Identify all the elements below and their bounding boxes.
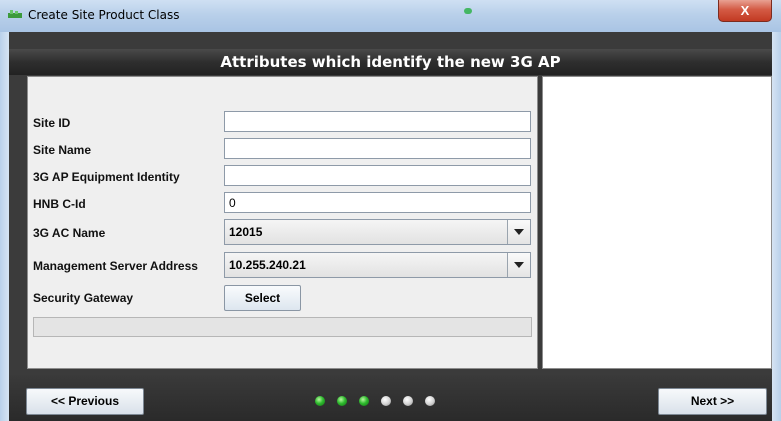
site-name-label: Site Name	[33, 143, 92, 157]
wizard-step-2-done-icon	[337, 396, 347, 406]
title-bar[interactable]: Create Site Product Class X	[0, 0, 781, 33]
wizard-step-6-todo-icon	[425, 396, 435, 406]
site-id-label: Site ID	[33, 116, 71, 130]
hnb-cid-label: HNB C-Id	[33, 197, 86, 211]
close-button[interactable]: X	[718, 0, 772, 22]
details-panel	[542, 76, 772, 369]
wizard-step-3-done-icon	[359, 396, 369, 406]
ac-name-selected: 12015	[229, 225, 263, 239]
ac-name-dropdown-button[interactable]	[507, 220, 530, 244]
dialog-window: Create Site Product Class X Attributes w…	[0, 0, 781, 421]
ac-name-dropdown[interactable]: 12015	[224, 219, 531, 245]
site-id-field[interactable]	[224, 111, 531, 132]
chevron-down-icon	[514, 262, 524, 268]
status-strip	[33, 317, 532, 337]
ac-name-label: 3G AC Name	[33, 226, 106, 240]
mgmt-server-dropdown[interactable]: 10.255.240.21	[224, 252, 531, 278]
window-frame-left	[0, 32, 9, 421]
wizard-step-1-done-icon	[315, 396, 325, 406]
previous-button[interactable]: << Previous	[26, 388, 144, 415]
next-button[interactable]: Next >>	[658, 388, 767, 415]
equipment-identity-field[interactable]	[224, 165, 531, 186]
wizard-header: Attributes which identify the new 3G AP	[9, 49, 772, 75]
security-gateway-select-button[interactable]: Select	[224, 285, 301, 311]
mgmt-server-label: Management Server Address	[33, 259, 198, 273]
mgmt-server-selected: 10.255.240.21	[229, 258, 306, 272]
window-title: Create Site Product Class	[28, 8, 180, 22]
chevron-down-icon	[514, 229, 524, 235]
hnb-cid-field[interactable]: 0	[224, 192, 531, 213]
wizard-step-4-todo-icon	[381, 396, 391, 406]
window-frame-right	[772, 32, 781, 421]
equipment-identity-label: 3G AP Equipment Identity	[33, 170, 180, 184]
site-name-field[interactable]	[224, 138, 531, 159]
security-gateway-label: Security Gateway	[33, 291, 134, 305]
app-icon	[8, 10, 22, 18]
activity-indicator-icon	[464, 8, 472, 14]
wizard-header-title: Attributes which identify the new 3G AP	[220, 53, 561, 71]
wizard-step-5-todo-icon	[403, 396, 413, 406]
mgmt-server-dropdown-button[interactable]	[507, 253, 530, 277]
